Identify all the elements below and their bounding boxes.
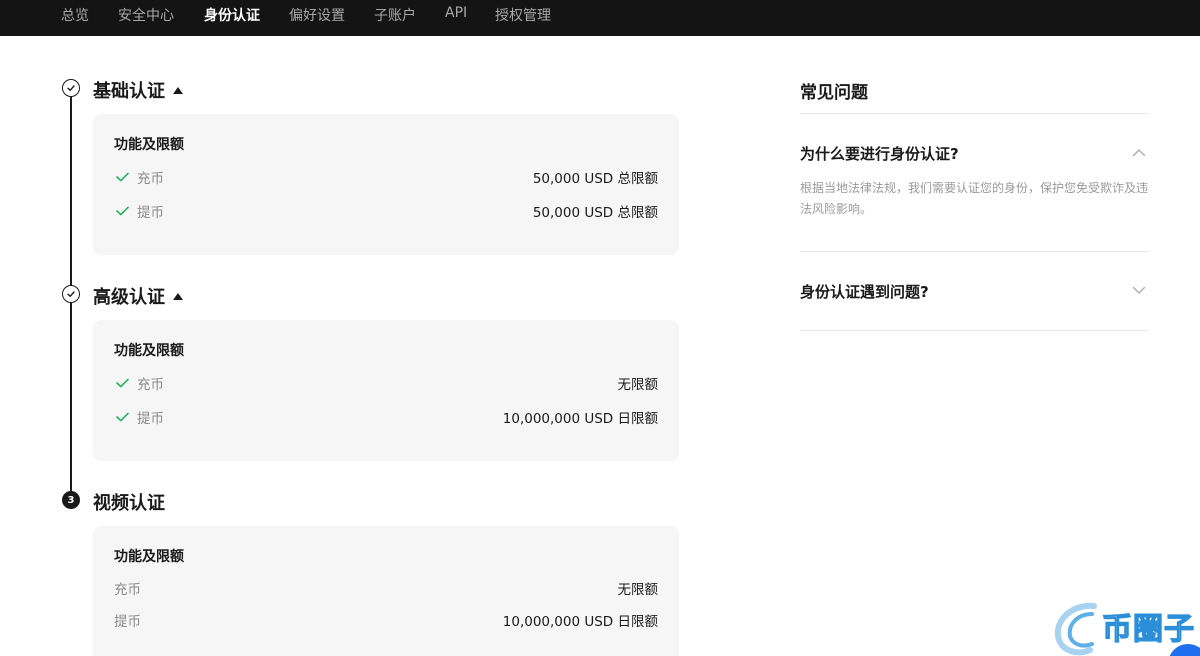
limit-row-withdraw: 提币 50,000 USD 总限额 xyxy=(114,200,658,221)
step-title-basic: 基础认证 xyxy=(93,77,183,103)
nav-tab-security-center[interactable]: 安全中心 xyxy=(118,5,174,25)
faq-answer-why-verify: 根据当地法律法规，我们需要认证您的身份，保护您免受欺诈及违法风险影响。 xyxy=(800,181,1149,216)
nav-tab-authorization[interactable]: 授权管理 xyxy=(495,5,551,25)
limits-card-basic: 功能及限额 充币 50,000 USD 总限额 提币 50,000 USD 总限… xyxy=(93,114,679,255)
caret-up-icon[interactable] xyxy=(173,86,183,94)
limits-card-advanced: 功能及限额 充币 无限额 提币 10,000,000 USD 日限额 xyxy=(93,320,679,461)
step-title-text: 基础认证 xyxy=(93,81,165,102)
row-value: 50,000 USD 总限额 xyxy=(532,171,658,187)
check-icon xyxy=(116,206,129,216)
step-title-text: 高级认证 xyxy=(93,287,165,308)
step-title-text: 视频认证 xyxy=(93,493,165,514)
check-circle-icon xyxy=(62,79,80,97)
row-label: 提币 xyxy=(116,201,164,221)
limit-row-deposit: 充币 无限额 xyxy=(114,372,659,393)
nav-tab-overview[interactable]: 总览 xyxy=(61,5,89,25)
card-heading: 功能及限额 xyxy=(114,343,184,359)
nav-tab-identity-verification[interactable]: 身份认证 xyxy=(204,5,260,25)
limits-card-video: 功能及限额 充币 无限额 提币 10,000,000 USD 日限额 xyxy=(93,526,679,656)
row-label-text: 充币 xyxy=(137,377,164,393)
row-label: 提币 xyxy=(114,614,141,630)
step-title-video: 视频认证 xyxy=(93,489,165,515)
chevron-up-icon[interactable] xyxy=(1132,148,1146,157)
row-value: 10,000,000 USD 日限额 xyxy=(502,411,658,427)
row-label-text: 提币 xyxy=(137,411,164,427)
row-value: 50,000 USD 总限额 xyxy=(532,205,658,221)
caret-up-icon[interactable] xyxy=(173,292,183,300)
row-label: 充币 xyxy=(116,167,164,187)
limit-row-withdraw: 提币 10,000,000 USD 日限额 xyxy=(114,406,658,427)
limit-row-deposit: 充币 无限额 xyxy=(114,577,659,598)
chevron-down-icon[interactable] xyxy=(1132,286,1146,295)
check-icon xyxy=(116,172,129,182)
row-label: 充币 xyxy=(116,373,164,393)
card-heading: 功能及限额 xyxy=(114,137,184,153)
nav-tab-preferences[interactable]: 偏好设置 xyxy=(289,5,345,25)
nav-tab-api[interactable]: API xyxy=(445,5,467,21)
watermark-logo-icon xyxy=(1054,602,1097,656)
row-value: 无限额 xyxy=(617,582,659,598)
card-heading: 功能及限额 xyxy=(114,549,184,565)
row-label: 提币 xyxy=(116,407,164,427)
limit-row-deposit: 充币 50,000 USD 总限额 xyxy=(114,166,658,187)
step-title-advanced: 高级认证 xyxy=(93,283,183,309)
row-value: 10,000,000 USD 日限额 xyxy=(502,614,658,630)
check-icon xyxy=(116,412,129,422)
row-label: 充币 xyxy=(114,582,141,598)
check-circle-icon xyxy=(62,285,80,303)
nav-tab-sub-accounts[interactable]: 子账户 xyxy=(374,5,416,25)
check-icon xyxy=(116,378,129,388)
row-value: 无限额 xyxy=(617,377,659,393)
faq-divider xyxy=(800,330,1148,331)
limit-row-withdraw: 提币 10,000,000 USD 日限额 xyxy=(114,609,658,630)
watermark-text: 币圈子 xyxy=(1101,611,1195,647)
faq-divider xyxy=(800,251,1148,252)
faq-question-why-verify[interactable]: 为什么要进行身份认证? xyxy=(800,143,959,164)
faq-divider xyxy=(800,113,1148,114)
faq-question-problems[interactable]: 身份认证遇到问题? xyxy=(800,281,929,302)
faq-title: 常见问题 xyxy=(800,83,868,103)
row-label-text: 充币 xyxy=(137,171,164,187)
top-nav: 总览 安全中心 身份认证 偏好设置 子账户 API 授权管理 xyxy=(0,0,1200,36)
step-number-badge: 3 xyxy=(62,491,80,509)
row-label-text: 提币 xyxy=(137,205,164,221)
